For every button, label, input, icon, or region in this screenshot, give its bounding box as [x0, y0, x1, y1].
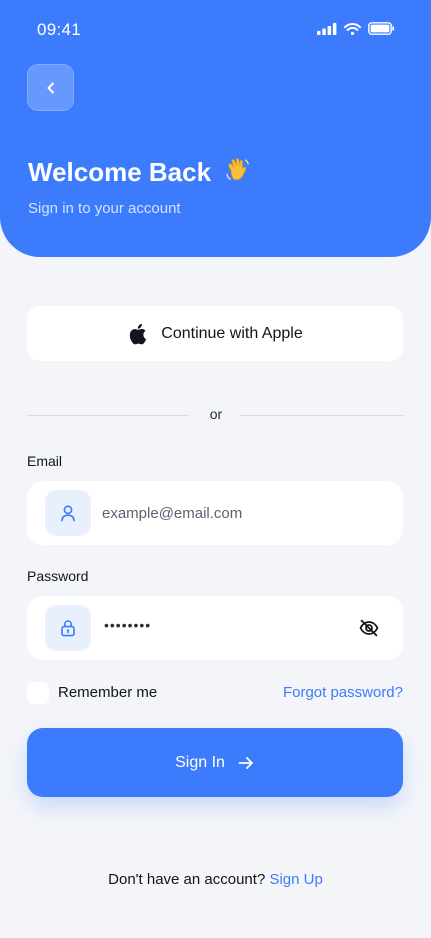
toggle-password-visibility-button[interactable] [357, 616, 381, 640]
chevron-left-icon [47, 82, 54, 93]
remember-me-label: Remember me [58, 684, 158, 701]
remember-me-checkbox[interactable] [27, 682, 49, 704]
divider-line-left [27, 415, 189, 416]
continue-with-apple-label: Continue with Apple [161, 324, 303, 342]
continue-with-apple-button[interactable]: Continue with Apple [27, 306, 403, 361]
password-icon-box [45, 605, 91, 651]
signup-prompt: Don't have an account? [108, 871, 266, 888]
apple-logo-icon [130, 323, 147, 344]
signup-row: Don't have an account? Sign Up [0, 871, 431, 888]
password-input[interactable]: •••••••• [104, 617, 151, 633]
cellular-signal-icon [317, 22, 337, 35]
sign-in-label: Sign In [175, 753, 225, 771]
page-title: Welcome Back [28, 156, 251, 188]
header: 09:41 Welcome Back Sign in to your accou… [0, 0, 431, 257]
back-button[interactable] [27, 64, 74, 111]
email-input[interactable] [102, 481, 362, 545]
divider-line-right [240, 415, 404, 416]
email-label: Email [27, 453, 63, 469]
password-field-container[interactable]: •••••••• [27, 596, 403, 660]
status-icons [317, 22, 395, 35]
waving-hand-icon [226, 158, 250, 181]
status-bar: 09:41 [0, 0, 431, 60]
email-icon-box [45, 490, 91, 536]
password-label: Password [27, 568, 89, 584]
status-time: 09:41 [37, 20, 82, 39]
page-title-text: Welcome Back [28, 157, 212, 187]
wifi-icon [344, 22, 361, 35]
email-field-container[interactable] [27, 481, 403, 545]
page-subtitle: Sign in to your account [28, 200, 181, 217]
or-divider: or [27, 405, 404, 425]
forgot-password-link[interactable]: Forgot password? [283, 684, 403, 701]
sign-in-button[interactable]: Sign In [27, 728, 403, 797]
eye-off-icon [359, 619, 379, 637]
divider-text: or [209, 406, 223, 422]
battery-icon [368, 22, 395, 35]
user-icon [61, 505, 75, 522]
sign-up-link[interactable]: Sign Up [269, 871, 322, 888]
arrow-right-icon [238, 756, 253, 769]
lock-icon [61, 620, 75, 637]
